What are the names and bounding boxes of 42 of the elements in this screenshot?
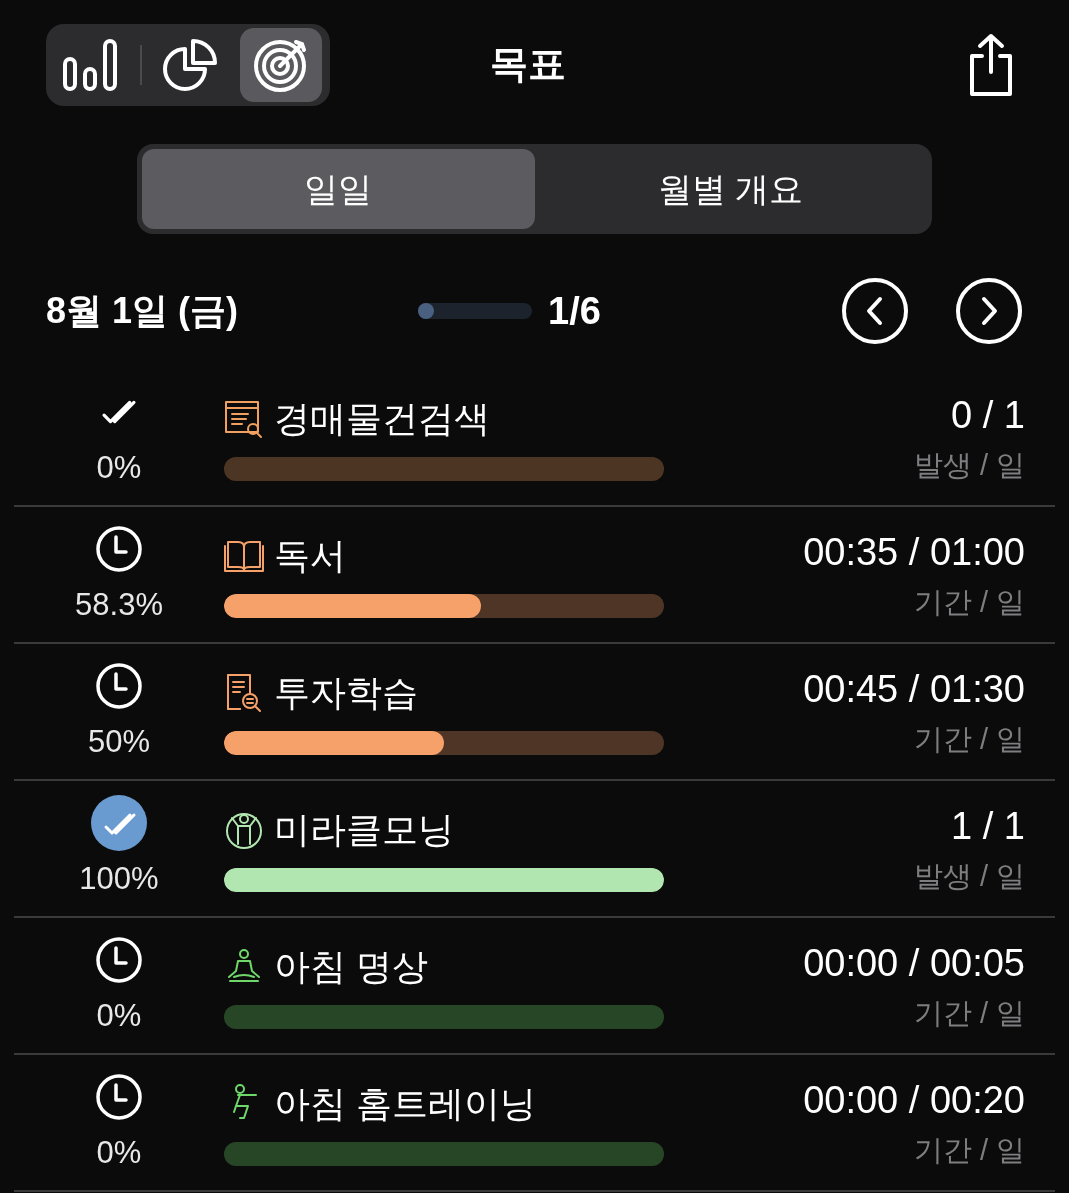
percent-label: 58.3%: [75, 586, 163, 625]
percent-label: 0%: [96, 1134, 142, 1173]
goal-name: 미라클모닝: [274, 807, 454, 852]
goal-value: 0 / 1: [951, 393, 1025, 439]
clock-icon[interactable]: [95, 525, 143, 574]
list-search-icon: [224, 398, 264, 439]
goal-name: 아침 홈트레이닝: [274, 1081, 536, 1126]
goal-value: 00:00 / 00:05: [803, 941, 1025, 987]
goal-unit: 기간 / 일: [913, 996, 1025, 1032]
goal-name: 투자학습: [274, 670, 418, 715]
segment-tab[interactable]: 월별 개요: [534, 149, 927, 229]
goal-name: 아침 명상: [274, 944, 428, 989]
bar-chart-icon: [62, 37, 120, 93]
page-title: 목표: [490, 42, 566, 87]
goal-unit: 발생 / 일: [913, 448, 1025, 484]
chevron-right-icon: [979, 296, 999, 326]
goal-unit: 발생 / 일: [913, 859, 1025, 895]
goal-value: 00:00 / 00:20: [803, 1078, 1025, 1124]
chevron-left-icon: [865, 296, 885, 326]
percent-label: 100%: [79, 860, 159, 899]
percent-label: 50%: [87, 723, 150, 762]
clock-icon[interactable]: [95, 1073, 143, 1122]
clock-icon[interactable]: [95, 662, 143, 711]
clock-icon[interactable]: [95, 936, 143, 985]
percent-label: 0%: [96, 997, 142, 1036]
goal-unit: 기간 / 일: [913, 1133, 1025, 1169]
goal-name: 독서: [274, 533, 346, 578]
next-button[interactable]: [956, 278, 1022, 344]
percent-label: 0%: [96, 449, 142, 488]
document-search-icon: [224, 672, 264, 713]
goal-unit: 기간 / 일: [913, 585, 1025, 621]
date-label: 8월 1일 (금): [46, 289, 240, 333]
goal-value: 00:45 / 01:30: [803, 667, 1025, 713]
page-counter: 1/6: [548, 288, 601, 334]
goal-unit: 기간 / 일: [913, 722, 1025, 758]
segment-tab[interactable]: 일일: [142, 149, 535, 229]
goal-name: 경매물건검색: [274, 396, 490, 441]
double-check-icon[interactable]: [91, 795, 147, 852]
goal-value: 1 / 1: [951, 804, 1025, 850]
previous-button[interactable]: [842, 278, 908, 344]
view-tab[interactable]: [240, 28, 322, 102]
goal-value: 00:35 / 01:00: [803, 530, 1025, 576]
